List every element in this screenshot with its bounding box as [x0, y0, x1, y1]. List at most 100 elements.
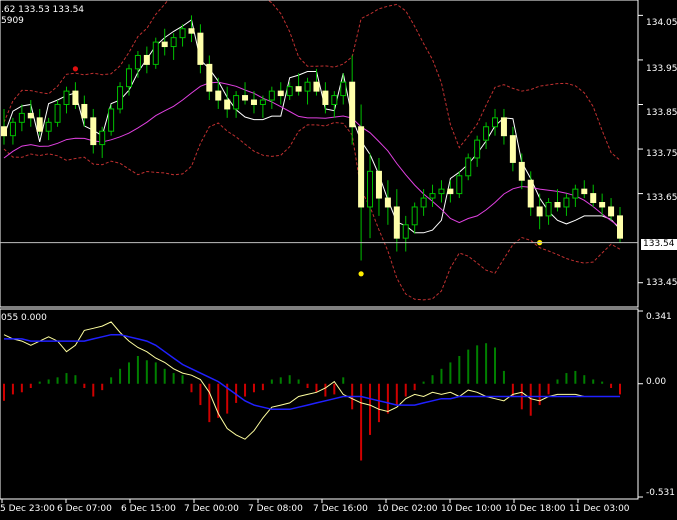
envelope-bands	[3, 0, 621, 301]
magenta-average-line	[3, 81, 621, 228]
candle-body	[81, 103, 88, 119]
oscillator-header: 055 0.000	[1, 313, 47, 323]
candle-body	[608, 206, 615, 217]
candle-body	[206, 63, 213, 92]
candle-body	[250, 99, 257, 105]
candle-body	[590, 193, 597, 204]
candle-body	[411, 206, 418, 226]
time-ticks	[1, 499, 579, 503]
candle-body	[54, 103, 61, 123]
time-label-6: 10 Dec 02:00	[377, 504, 438, 514]
price-label-134-05: 134.05	[646, 18, 677, 28]
oscillator-lines	[3, 321, 620, 440]
candle-body	[152, 41, 159, 65]
time-label-0: 5 Dec 23:00	[0, 504, 55, 514]
candle-body	[358, 126, 365, 208]
candle-body	[492, 117, 499, 128]
candle-body	[215, 90, 222, 101]
candle-body	[242, 95, 249, 101]
candle-body	[527, 179, 534, 208]
price-label-133-75: 133.75	[646, 149, 677, 159]
time-label-8: 10 Dec 18:00	[505, 504, 566, 514]
histogram-bars	[3, 343, 621, 461]
candle-body	[322, 90, 329, 105]
candle-body	[483, 126, 490, 141]
candle-body	[117, 86, 124, 110]
candle-body	[268, 90, 275, 101]
candle-body	[170, 37, 177, 48]
lower-band	[3, 121, 621, 301]
candle-body	[233, 95, 240, 110]
candle-body	[545, 202, 552, 217]
time-label-3: 7 Dec 00:00	[184, 504, 239, 514]
candle-body	[134, 54, 141, 70]
candle-body	[500, 117, 507, 137]
main-pane-frame	[0, 0, 639, 308]
candle-body	[572, 188, 579, 199]
price-label-133-85: 133.85	[646, 108, 677, 118]
main-header-line2: 5909	[1, 16, 24, 26]
candle-body	[9, 121, 16, 137]
candle-body	[536, 206, 543, 217]
candle-body	[599, 202, 606, 208]
candle-body	[90, 117, 97, 146]
candle-body	[456, 175, 463, 195]
candle-body	[259, 99, 266, 105]
candle-body	[429, 193, 436, 199]
candle-body	[45, 121, 52, 132]
candle-body	[375, 170, 382, 199]
price-label-133-45: 133.45	[646, 278, 677, 288]
candle-body	[349, 81, 356, 128]
candle-body	[384, 197, 391, 208]
time-label-7: 10 Dec 10:00	[441, 504, 502, 514]
chart-canvas[interactable]	[0, 0, 677, 516]
trading-chart-window[interactable]: .62 133.53 133.54 5909 055 0.000 134.05 …	[0, 0, 677, 516]
upper-band	[3, 0, 621, 161]
oscillator-pane-frame	[0, 308, 639, 500]
oscillator-blue-line	[4, 333, 620, 411]
time-label-9: 11 Dec 03:00	[569, 504, 630, 514]
main-header-line1: .62 133.53 133.54	[1, 5, 85, 15]
osc-label-zero: 0.00	[646, 377, 667, 387]
candle-body	[402, 224, 409, 239]
candle-body	[304, 81, 311, 92]
candle-body	[509, 135, 516, 163]
time-label-1: 6 Dec 07:00	[57, 504, 112, 514]
price-label-133-95: 133.95	[646, 64, 677, 74]
candle-body	[143, 54, 150, 65]
candle-body	[108, 108, 115, 132]
candle-body	[331, 95, 338, 105]
candle-body	[518, 161, 525, 181]
moving-averages	[3, 18, 621, 234]
buy-signal-dot	[358, 271, 364, 277]
candle-body	[447, 188, 454, 195]
candle-body	[438, 188, 445, 195]
candle-body	[63, 90, 70, 105]
candle-body	[340, 81, 347, 97]
candle-body	[197, 32, 204, 65]
candle-body	[563, 197, 570, 208]
candle-body	[188, 28, 195, 34]
candle-body	[224, 99, 231, 110]
candles-group	[1, 15, 623, 261]
current-price-badge: 133.54	[641, 239, 677, 250]
candle-body	[617, 215, 623, 239]
candle-body	[581, 188, 588, 195]
osc-label-top: 0.341	[646, 312, 672, 322]
osc-label-bottom: -0.531	[646, 488, 676, 498]
candle-body	[313, 81, 320, 92]
candle-body	[179, 28, 186, 39]
price-label-133-65: 133.65	[646, 193, 677, 203]
candle-body	[27, 112, 34, 119]
candle-body	[474, 139, 481, 159]
candle-body	[554, 202, 561, 208]
sell-signal-dot	[72, 66, 79, 72]
candle-body	[465, 157, 472, 177]
oscillator-ticks	[638, 310, 643, 498]
time-label-2: 6 Dec 15:00	[121, 504, 176, 514]
time-label-4: 7 Dec 08:00	[248, 504, 303, 514]
candle-body	[72, 90, 79, 105]
candle-body	[295, 86, 302, 92]
white-average-line	[3, 18, 621, 234]
candle-body	[393, 206, 400, 239]
